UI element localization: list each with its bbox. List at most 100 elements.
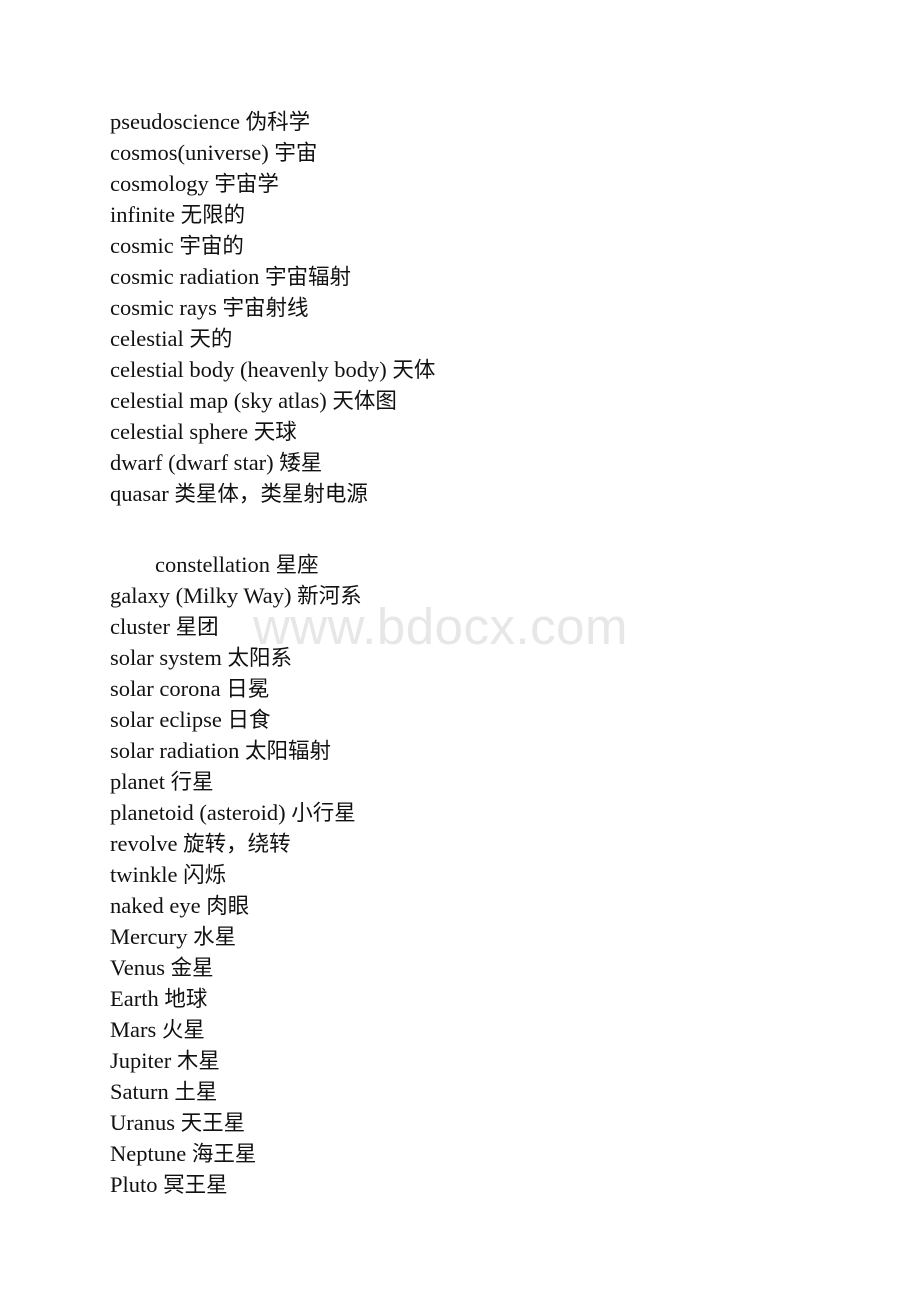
entry-term-chinese: 类星体，类星射电源 [174,482,368,507]
vocabulary-entry: Venus 金星 [110,953,870,984]
entry-term-chinese: 天王星 [180,1111,246,1136]
entry-term-chinese: 天体图 [332,389,397,414]
vocabulary-entry: cosmos(universe) 宇宙 [110,138,870,169]
entry-term-english: planet [110,769,165,794]
vocabulary-entry: celestial map (sky atlas) 天体图 [110,386,870,417]
vocabulary-entry: planetoid (asteroid) 小行星 [110,798,870,829]
entry-term-chinese: 肉眼 [206,894,250,919]
vocabulary-entry: dwarf (dwarf star) 矮星 [110,448,870,479]
entry-term-chinese: 天球 [253,420,297,445]
entry-term-chinese: 闪烁 [183,863,227,888]
entry-term-chinese: 宇宙的 [179,234,244,259]
entry-term-english: galaxy (Milky Way) [110,583,292,608]
entry-term-english: solar system [110,645,222,670]
vocabulary-entry: Saturn 土星 [110,1077,870,1108]
vocabulary-entry: solar system 太阳系 [110,643,870,674]
entry-term-english: planetoid (asteroid) [110,800,286,825]
entry-term-english: quasar [110,481,169,506]
entry-term-english: Neptune [110,1141,187,1166]
vocabulary-entry: cosmic rays 宇宙射线 [110,293,870,324]
vocabulary-entry: infinite 无限的 [110,200,870,231]
entry-term-english: Saturn [110,1079,169,1104]
vocabulary-entry: celestial body (heavenly body) 天体 [110,355,870,386]
vocabulary-entry: Pluto 冥王星 [110,1170,870,1201]
entry-term-chinese: 星团 [175,615,219,640]
vocabulary-entry: constellation 星座 [110,550,870,581]
entry-term-chinese: 天体 [392,358,436,383]
entry-term-chinese: 矮星 [279,451,323,476]
vocabulary-entry: revolve 旋转，绕转 [110,829,870,860]
vocabulary-entry: cluster 星团 [110,612,870,643]
vocabulary-entry: cosmic 宇宙的 [110,231,870,262]
entry-term-english: Venus [110,955,165,980]
entry-term-english: celestial body (heavenly body) [110,357,387,382]
entry-term-chinese: 太阳系 [227,646,293,671]
entry-term-english: dwarf (dwarf star) [110,450,274,475]
entry-term-chinese: 新河系 [297,584,362,609]
entry-term-chinese: 伪科学 [245,110,311,135]
vocabulary-entry: Jupiter 木星 [110,1046,870,1077]
entry-term-english: celestial map (sky atlas) [110,388,327,413]
vocabulary-entry: Mars 火星 [110,1015,870,1046]
vocabulary-entry: quasar 类星体，类星射电源 [110,479,870,510]
vocabulary-block: pseudoscience 伪科学 cosmos(universe) 宇宙 cosm… [110,107,870,510]
vocabulary-entry: pseudoscience 伪科学 [110,107,870,138]
entry-term-english: constellation [155,552,270,577]
entry-term-english: solar corona [110,676,221,701]
entry-term-english: Earth [110,986,159,1011]
vocabulary-entry: Uranus 天王星 [110,1108,870,1139]
entry-term-chinese: 木星 [176,1049,220,1074]
entry-term-chinese: 天的 [189,327,233,352]
entry-term-chinese: 小行星 [291,801,356,826]
entry-term-chinese: 冥王星 [163,1173,228,1198]
vocabulary-entry: Earth 地球 [110,984,870,1015]
entry-term-chinese: 火星 [161,1018,205,1043]
entry-term-english: celestial sphere [110,419,249,444]
entry-term-chinese: 地球 [164,987,208,1012]
entry-term-english: cosmic rays [110,295,217,320]
vocabulary-entry: Mercury 水星 [110,922,870,953]
vocabulary-entry: celestial 天的 [110,324,870,355]
entry-term-chinese: 水星 [193,925,237,950]
document-page: www.bdocx.com pseudoscience 伪科学 cosmos(un… [0,0,920,1302]
entry-term-english: cosmos(universe) [110,140,269,165]
entry-term-chinese: 宇宙辐射 [264,265,351,290]
entry-term-english: cosmic [110,233,174,258]
entry-term-english: Mars [110,1017,157,1042]
entry-term-english: infinite [110,202,175,227]
entry-term-chinese: 旋转，绕转 [183,832,291,857]
vocabulary-entry: cosmic radiation 宇宙辐射 [110,262,870,293]
entry-term-english: solar radiation [110,738,240,763]
entry-term-chinese: 太阳辐射 [244,739,331,764]
vocabulary-entry: celestial sphere 天球 [110,417,870,448]
entry-term-chinese: 日冕 [226,677,270,702]
entry-term-chinese: 土星 [174,1080,218,1105]
entry-term-chinese: 星座 [275,553,319,578]
entry-term-chinese: 行星 [170,770,214,795]
entry-term-english: pseudoscience [110,109,240,134]
entry-term-english: solar eclipse [110,707,222,732]
vocabulary-entry: Neptune 海王星 [110,1139,870,1170]
entry-term-chinese: 海王星 [191,1142,257,1167]
entry-term-chinese: 宇宙 [274,141,318,166]
entry-term-english: cosmic radiation [110,264,260,289]
entry-term-chinese: 金星 [170,956,214,981]
vocabulary-entry: solar corona 日冕 [110,674,870,705]
vocabulary-entry: planet 行星 [110,767,870,798]
entry-term-english: Mercury [110,924,188,949]
vocabulary-entry: cosmology 宇宙学 [110,169,870,200]
entry-term-chinese: 宇宙射线 [222,296,309,321]
entry-term-english: cluster [110,614,170,639]
entry-term-english: cosmology [110,171,209,196]
vocabulary-entry: solar eclipse 日食 [110,705,870,736]
entry-term-english: celestial [110,326,184,351]
entry-term-english: naked eye [110,893,201,918]
entry-term-english: Uranus [110,1110,175,1135]
entry-term-chinese: 无限的 [180,203,246,228]
vocabulary-block: constellation 星座 galaxy (Milky Way) 新河系 cl… [110,550,870,1201]
vocabulary-entry: galaxy (Milky Way) 新河系 [110,581,870,612]
entry-term-english: Jupiter [110,1048,172,1073]
entry-term-chinese: 宇宙学 [214,172,279,197]
vocabulary-entry: twinkle 闪烁 [110,860,870,891]
